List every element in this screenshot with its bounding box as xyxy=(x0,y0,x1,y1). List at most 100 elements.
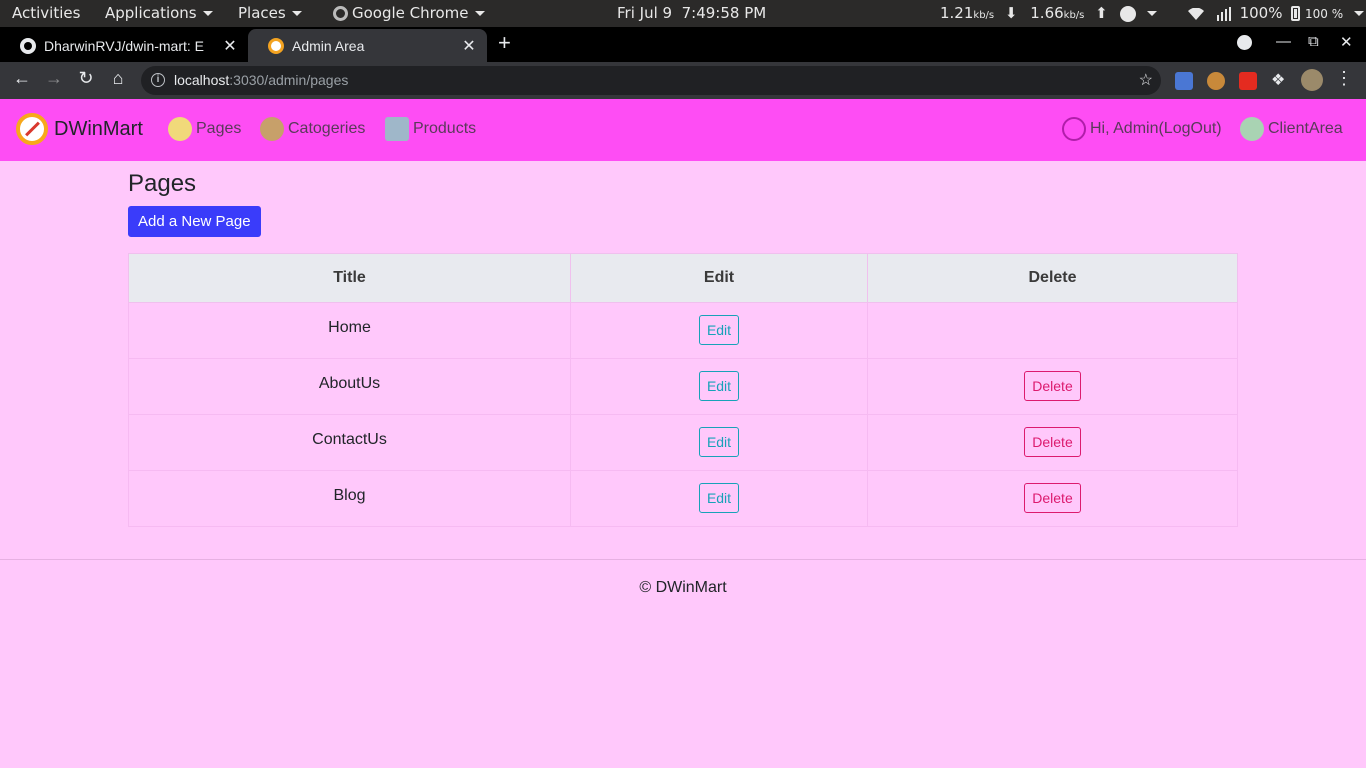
url-host: localhost xyxy=(174,72,230,88)
activities-button[interactable]: Activities xyxy=(12,4,80,22)
compass-logo-icon xyxy=(16,113,48,145)
tab-title: Admin Area xyxy=(292,37,365,54)
delete-cell: Delete xyxy=(867,470,1238,527)
accessibility-menu[interactable] xyxy=(1120,4,1157,22)
volume-percent: 100% xyxy=(1239,4,1283,22)
arrow-down-icon: ⬇ xyxy=(1004,4,1018,22)
main-content: Pages Add a New Page Title Edit Delete H… xyxy=(128,161,1238,527)
wifi-icon xyxy=(1188,7,1204,20)
nav-link-label: Hi, Admin(LogOut) xyxy=(1090,120,1222,137)
delete-button[interactable]: Delete xyxy=(1024,371,1081,401)
chrome-icon xyxy=(333,6,348,21)
url-text: localhost:3030/admin/pages xyxy=(174,72,348,88)
app-navbar: DWinMart Pages Catogeries Products Hi, A… xyxy=(0,99,1366,161)
clock[interactable]: Fri Jul 9 7:49:58 PM xyxy=(617,4,766,22)
nav-link-label: ClientArea xyxy=(1268,120,1343,137)
chevron-down-icon xyxy=(1348,4,1364,22)
delete-cell: Delete xyxy=(867,414,1238,471)
places-menu[interactable]: Places xyxy=(238,4,302,22)
net-speed-indicator: 1.21kb/s ⬇ 1.66kb/s ⬆ xyxy=(940,4,1108,22)
categories-icon xyxy=(260,117,284,141)
back-button[interactable]: ← xyxy=(10,68,34,89)
table-row: Home Edit xyxy=(128,302,1238,359)
tab-admin-area[interactable]: Admin Area ✕ xyxy=(248,29,487,62)
delete-cell: Delete xyxy=(867,358,1238,415)
nav-link-products[interactable]: Products xyxy=(385,117,476,141)
accessibility-icon xyxy=(1120,5,1136,22)
clock-time: 7:49:58 PM xyxy=(681,4,767,22)
nav-link-pages[interactable]: Pages xyxy=(168,117,241,141)
app-menu-label: Google Chrome xyxy=(352,4,485,22)
net-up-unit: kb/s xyxy=(1063,10,1085,21)
github-icon xyxy=(20,37,36,54)
page-title-cell: AboutUs xyxy=(128,358,571,415)
user-icon xyxy=(1062,117,1086,141)
brand-link[interactable]: DWinMart xyxy=(16,113,143,145)
edit-button[interactable]: Edit xyxy=(698,427,740,457)
status-menu[interactable]: 100% 100 % xyxy=(1188,4,1364,22)
minimize-button[interactable]: — xyxy=(1276,33,1291,50)
arrow-up-icon: ⬆ xyxy=(1095,4,1108,22)
page-title-cell: Blog xyxy=(128,470,571,527)
add-new-page-button[interactable]: Add a New Page xyxy=(128,206,261,237)
edit-button[interactable]: Edit xyxy=(698,371,740,401)
reload-button[interactable]: ↻ xyxy=(74,68,98,89)
column-header-edit: Edit xyxy=(570,253,868,303)
profile-avatar[interactable] xyxy=(1301,69,1323,91)
edit-button[interactable]: Edit xyxy=(698,483,740,513)
edit-cell: Edit xyxy=(570,358,868,415)
delete-cell xyxy=(867,302,1238,359)
new-tab-button[interactable]: + xyxy=(498,30,511,56)
close-window-button[interactable]: ✕ xyxy=(1340,33,1353,51)
edit-button[interactable]: Edit xyxy=(698,315,740,345)
applications-menu[interactable]: Applications xyxy=(105,4,213,22)
nav-link-categories[interactable]: Catogeries xyxy=(260,117,365,141)
net-down-value: 1.21 xyxy=(940,4,974,22)
client-area-icon xyxy=(1240,117,1264,141)
browser-tab-strip: DharwinRVJ/dwin-mart: E ✕ Admin Area ✕ xyxy=(0,27,1366,62)
translate-extension-icon[interactable] xyxy=(1175,72,1193,90)
page-title-cell: Home xyxy=(128,302,571,359)
edit-cell: Edit xyxy=(570,302,868,359)
office-extension-icon[interactable] xyxy=(1239,72,1257,90)
puzzle-extensions-icon[interactable]: ❖ xyxy=(1271,70,1289,89)
table-row: Blog Edit Delete xyxy=(128,470,1238,527)
page-title-cell: ContactUs xyxy=(128,414,571,471)
delete-button[interactable]: Delete xyxy=(1024,483,1081,513)
nav-link-label: Pages xyxy=(196,120,242,137)
system-top-bar: Activities Applications Places Google Ch… xyxy=(0,0,1366,27)
page-title: Pages xyxy=(128,170,197,197)
footer-copyright: © DWinMart xyxy=(639,579,727,596)
maximize-button[interactable]: ⧉ xyxy=(1308,33,1319,50)
close-icon[interactable]: ✕ xyxy=(218,36,242,56)
edit-cell: Edit xyxy=(570,470,868,527)
nav-link-logout[interactable]: Hi, Admin(LogOut) xyxy=(1062,117,1222,141)
url-path: :3030/admin/pages xyxy=(229,72,349,88)
browser-toolbar: ← → ↻ ⌂ i localhost:3030/admin/pages ☆ ❖… xyxy=(0,62,1366,99)
tab-search-button[interactable] xyxy=(1237,33,1252,50)
home-button[interactable]: ⌂ xyxy=(106,68,130,89)
column-header-delete: Delete xyxy=(867,253,1238,303)
edit-cell: Edit xyxy=(570,414,868,471)
net-down-unit: kb/s xyxy=(973,10,995,21)
close-icon[interactable]: ✕ xyxy=(457,36,481,56)
info-icon[interactable]: i xyxy=(151,73,165,87)
delete-button[interactable]: Delete xyxy=(1024,427,1081,457)
volume-icon xyxy=(1216,6,1231,21)
footer-divider xyxy=(0,559,1366,560)
bookmark-star-icon[interactable]: ☆ xyxy=(1139,70,1153,90)
app-menu[interactable]: Google Chrome xyxy=(333,4,485,22)
table-row: ContactUs Edit Delete xyxy=(128,414,1238,471)
tab-github[interactable]: DharwinRVJ/dwin-mart: E ✕ xyxy=(0,29,248,62)
chevron-down-icon xyxy=(1237,34,1252,50)
tab-title: DharwinRVJ/dwin-mart: E xyxy=(44,37,205,54)
address-bar[interactable]: i localhost:3030/admin/pages ☆ xyxy=(141,66,1161,95)
forward-button[interactable]: → xyxy=(42,68,66,89)
table-header-row: Title Edit Delete xyxy=(128,253,1238,303)
more-menu-icon[interactable]: ⋮ xyxy=(1332,68,1356,89)
nav-link-label: Catogeries xyxy=(288,120,366,137)
battery-percent: 100 % xyxy=(1305,7,1344,21)
products-icon xyxy=(385,117,409,141)
cookie-extension-icon[interactable] xyxy=(1207,72,1225,90)
nav-link-client-area[interactable]: ClientArea xyxy=(1240,117,1343,141)
